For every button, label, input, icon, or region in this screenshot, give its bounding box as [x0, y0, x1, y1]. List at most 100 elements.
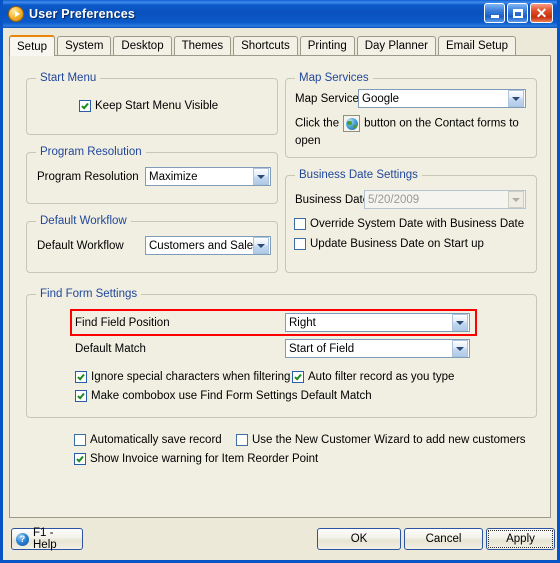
- cancel-button[interactable]: Cancel: [404, 528, 483, 550]
- tab-themes[interactable]: Themes: [173, 36, 232, 55]
- cancel-button-label: Cancel: [425, 533, 462, 545]
- globe-icon[interactable]: [343, 115, 361, 132]
- help-button[interactable]: ? F1 - Help: [11, 527, 83, 551]
- checkbox-label: Use the New Customer Wizard to add new c…: [252, 434, 526, 446]
- group-title-start-menu: Start Menu: [36, 72, 101, 84]
- tab-shortcuts[interactable]: Shortcuts: [233, 36, 298, 55]
- label-default-match: Default Match: [75, 343, 146, 355]
- window-title: User Preferences: [29, 7, 136, 21]
- combobox-program-resolution[interactable]: Maximize: [145, 167, 271, 186]
- chevron-down-icon[interactable]: [452, 340, 468, 357]
- label-program-resolution: Program Resolution: [37, 171, 139, 183]
- checkbox-keep-start-menu-visible[interactable]: Keep Start Menu Visible: [79, 100, 218, 112]
- map-hint-before: Click the: [295, 117, 340, 130]
- tab-label: System: [65, 40, 104, 52]
- combobox-default-match[interactable]: Start of Field: [285, 339, 470, 358]
- checkbox-ignore-special-characters[interactable]: Ignore special characters when filtering: [75, 371, 290, 383]
- tab-label: Day Planner: [364, 40, 429, 52]
- checkbox-label: Automatically save record: [90, 434, 222, 446]
- apply-button-label: Apply: [506, 533, 535, 545]
- minimize-button[interactable]: [484, 3, 505, 23]
- checkbox-label: Override System Date with Business Date: [310, 218, 525, 230]
- combobox-value: Google: [362, 92, 400, 105]
- tab-printing[interactable]: Printing: [299, 36, 355, 55]
- checkbox-label: Show Invoice warning for Item Reorder Po…: [90, 453, 319, 465]
- dialog-button-bar: ? F1 - Help OK Cancel Apply: [3, 518, 557, 560]
- ok-button[interactable]: OK: [317, 528, 401, 550]
- chevron-down-icon[interactable]: [253, 168, 269, 185]
- tab-setup[interactable]: Setup: [9, 35, 56, 56]
- tab-email-setup[interactable]: Email Setup: [438, 36, 517, 55]
- checkbox-label: Keep Start Menu Visible: [95, 100, 219, 112]
- question-circle-icon: ?: [16, 532, 29, 546]
- checkbox-label: Make combobox use Find Form Settings Def…: [91, 390, 372, 402]
- chevron-down-icon[interactable]: [452, 314, 468, 331]
- checkbox-auto-filter-record[interactable]: Auto filter record as you type: [292, 371, 454, 383]
- tab-label: Setup: [17, 40, 48, 53]
- checkbox-box: [74, 434, 86, 446]
- label-map-service: Map Service: [295, 93, 359, 105]
- tab-day-planner[interactable]: Day Planner: [356, 36, 437, 55]
- tab-label: Desktop: [121, 40, 164, 52]
- tab-label: Themes: [181, 40, 224, 52]
- checkbox-label: Auto filter record as you type: [308, 371, 455, 383]
- maximize-button[interactable]: [507, 3, 528, 23]
- group-title-default-workflow: Default Workflow: [36, 215, 131, 227]
- group-title-find-form-settings: Find Form Settings: [36, 288, 142, 300]
- group-title-business-date-settings: Business Date Settings: [295, 169, 422, 181]
- group-map-services: Map Services Map Service Google Click th…: [285, 72, 537, 158]
- combobox-find-field-position[interactable]: Right: [285, 313, 470, 332]
- checkbox-box: [74, 453, 86, 465]
- combobox-default-workflow[interactable]: Customers and Sales: [145, 236, 271, 255]
- label-find-field-position: Find Field Position: [75, 317, 170, 329]
- title-bar[interactable]: User Preferences ✕: [3, 0, 557, 28]
- setup-tab-panel: Start Menu Keep Start Menu Visible Progr…: [9, 55, 551, 518]
- tab-label: Email Setup: [446, 40, 509, 52]
- map-hint-text: Click the button on the Contact forms to …: [295, 115, 525, 150]
- chevron-down-icon[interactable]: [508, 90, 524, 107]
- combobox-value: 5/20/2009: [368, 193, 420, 206]
- group-find-form-settings: Find Form Settings Find Field Position R…: [26, 288, 537, 418]
- tab-desktop[interactable]: Desktop: [113, 36, 172, 55]
- combobox-value: Maximize: [149, 170, 198, 183]
- combobox-map-service[interactable]: Google: [358, 89, 526, 108]
- tab-label: Shortcuts: [241, 40, 290, 52]
- checkbox-new-customer-wizard[interactable]: Use the New Customer Wizard to add new c…: [236, 434, 526, 446]
- checkbox-update-business-date[interactable]: Update Business Date on Start up: [294, 238, 484, 250]
- combobox-value: Right: [289, 316, 316, 329]
- ok-button-label: OK: [350, 533, 368, 545]
- checkbox-combobox-default-match[interactable]: Make combobox use Find Form Settings Def…: [75, 390, 372, 402]
- checkbox-box: [236, 434, 248, 446]
- label-business-date: Business Date: [295, 194, 370, 206]
- combobox-value: Start of Field: [289, 342, 355, 355]
- checkbox-show-invoice-warning[interactable]: Show Invoice warning for Item Reorder Po…: [74, 453, 318, 465]
- label-default-workflow: Default Workflow: [37, 240, 124, 252]
- chevron-down-icon: [508, 191, 524, 208]
- group-default-workflow: Default Workflow Default Workflow Custom…: [26, 215, 278, 273]
- checkbox-box: [294, 238, 306, 250]
- chevron-down-icon[interactable]: [253, 237, 269, 254]
- close-button[interactable]: ✕: [530, 3, 553, 23]
- checkbox-label: Update Business Date on Start up: [310, 238, 484, 250]
- checkbox-label: Ignore special characters when filtering: [91, 371, 291, 383]
- group-business-date-settings: Business Date Settings Business Date 5/2…: [285, 169, 537, 273]
- checkbox-box: [75, 390, 87, 402]
- window-controls: ✕: [484, 3, 553, 23]
- apply-button[interactable]: Apply: [486, 528, 555, 550]
- group-start-menu: Start Menu Keep Start Menu Visible: [26, 72, 278, 135]
- checkbox-override-system-date[interactable]: Override System Date with Business Date: [294, 218, 524, 230]
- combobox-value: Customers and Sales: [149, 239, 253, 252]
- tab-strip: Setup System Desktop Themes Shortcuts Pr…: [3, 28, 557, 56]
- checkbox-box: [294, 218, 306, 230]
- group-title-program-resolution: Program Resolution: [36, 146, 146, 158]
- tab-system[interactable]: System: [57, 36, 112, 55]
- checkbox-box: [75, 371, 87, 383]
- play-circle-icon: [8, 6, 24, 22]
- checkbox-automatically-save-record[interactable]: Automatically save record: [74, 434, 222, 446]
- checkbox-box: [79, 100, 91, 112]
- group-program-resolution: Program Resolution Program Resolution Ma…: [26, 146, 278, 204]
- tab-label: Printing: [307, 40, 347, 52]
- group-title-map-services: Map Services: [295, 72, 373, 84]
- combobox-business-date: 5/20/2009: [364, 190, 526, 209]
- checkbox-box: [292, 371, 304, 383]
